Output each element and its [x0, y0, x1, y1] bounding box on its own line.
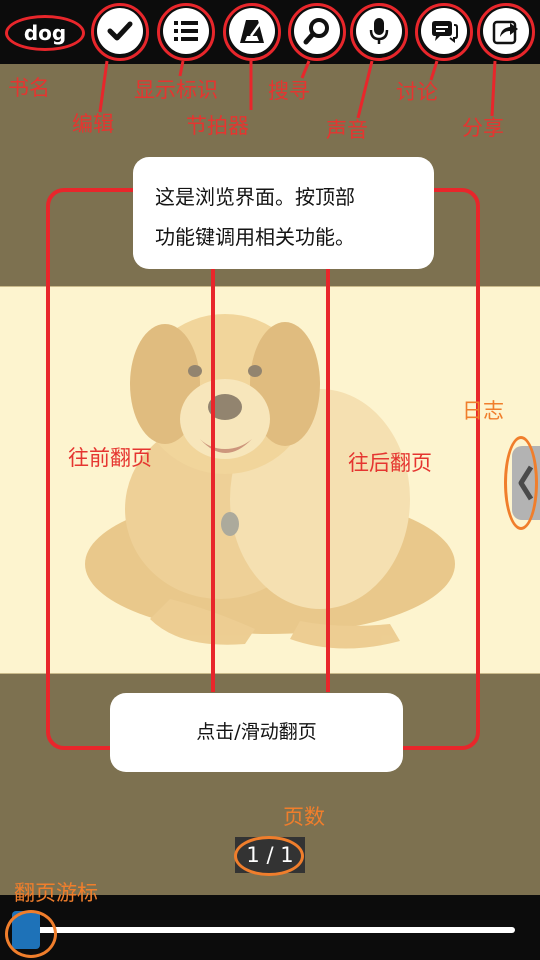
tip-top-bubble: 这是浏览界面。按顶部 功能键调用相关功能。 [133, 157, 434, 269]
label-show-marks: 显示标识 [134, 78, 218, 102]
page-slider-track[interactable] [28, 927, 515, 933]
top-toolbar: dog [0, 0, 540, 64]
label-search: 搜寻 [268, 79, 310, 103]
label-share: 分享 [462, 116, 504, 140]
chat-bubbles-icon [432, 21, 458, 43]
tip-top-line1: 这是浏览界面。按顶部 [155, 185, 355, 209]
page-slider-knob[interactable] [12, 911, 40, 949]
label-metronome: 节拍器 [186, 114, 249, 138]
page-counter: 1 / 1 [235, 837, 305, 873]
label-sound: 声音 [326, 118, 368, 142]
label-next-page: 往后翻页 [348, 451, 432, 475]
label-discuss: 讨论 [396, 80, 438, 104]
metronome-icon [240, 20, 264, 43]
label-edit: 编辑 [72, 112, 114, 136]
label-prev-page: 往前翻页 [68, 446, 152, 470]
search-button[interactable] [294, 8, 340, 54]
label-book-name: 书名 [8, 76, 50, 100]
share-arrow-icon [492, 20, 518, 45]
log-tab[interactable] [512, 446, 540, 520]
chevron-left-icon [518, 465, 534, 501]
label-page-cursor: 翻页游标 [14, 881, 98, 905]
label-log: 日志 [462, 399, 504, 423]
microphone-icon [369, 18, 389, 44]
metronome-button[interactable] [229, 8, 275, 54]
book-title[interactable]: dog [22, 19, 68, 47]
magnifier-icon [303, 18, 329, 45]
label-page-count: 页数 [283, 805, 325, 829]
show-marks-button[interactable] [163, 8, 209, 54]
dog-illustration [85, 314, 455, 649]
edit-button[interactable] [97, 8, 143, 54]
tip-bottom-bubble: 点击/滑动翻页 [110, 693, 403, 772]
tip-top-line2: 功能键调用相关功能。 [155, 225, 355, 249]
share-button[interactable] [483, 8, 529, 54]
book-page[interactable] [0, 286, 540, 674]
list-icon [174, 21, 198, 41]
checkmark-icon [107, 21, 133, 41]
sound-button[interactable] [356, 8, 402, 54]
discuss-button[interactable] [421, 8, 467, 54]
